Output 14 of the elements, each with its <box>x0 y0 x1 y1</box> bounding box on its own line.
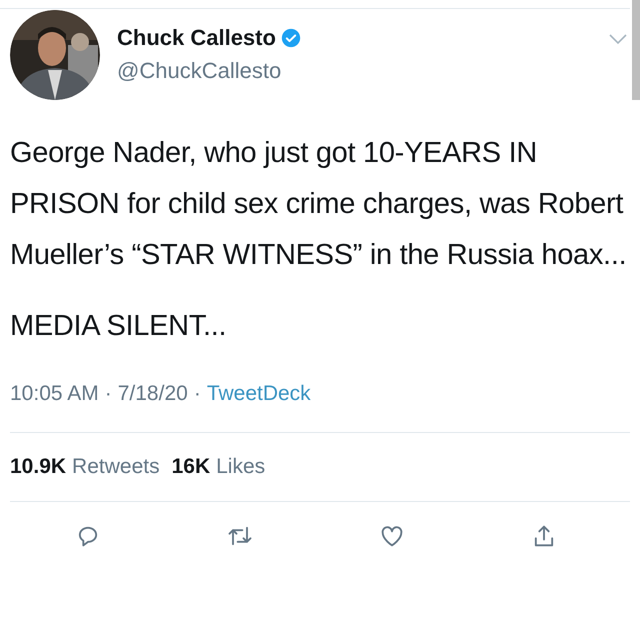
scrollbar[interactable] <box>632 0 640 100</box>
separator-dot: · <box>104 381 112 407</box>
source-link[interactable]: TweetDeck <box>206 378 311 410</box>
author-name[interactable]: Chuck Callesto <box>117 24 276 52</box>
tweet-text: MEDIA SILENT... <box>10 309 228 344</box>
stat-count: 16K <box>172 454 210 480</box>
stat-label[interactable]: Retweets <box>72 450 160 482</box>
tweet-date: 7/18/20 <box>118 381 188 407</box>
tweet-text: George Nader, who just got 10-YEARS IN PRISON for child sex crime charges, was Robert Mueller’s “STAR WITNESS” in the Russia hoax... <box>10 136 628 273</box>
author-handle[interactable]: @ChuckCallesto <box>117 57 282 85</box>
stat-label[interactable]: Likes <box>216 450 266 482</box>
tweet-time: 10:05 AM <box>10 381 99 407</box>
stat-count: 10.9K <box>10 454 66 480</box>
separator-dot: · <box>194 381 201 407</box>
